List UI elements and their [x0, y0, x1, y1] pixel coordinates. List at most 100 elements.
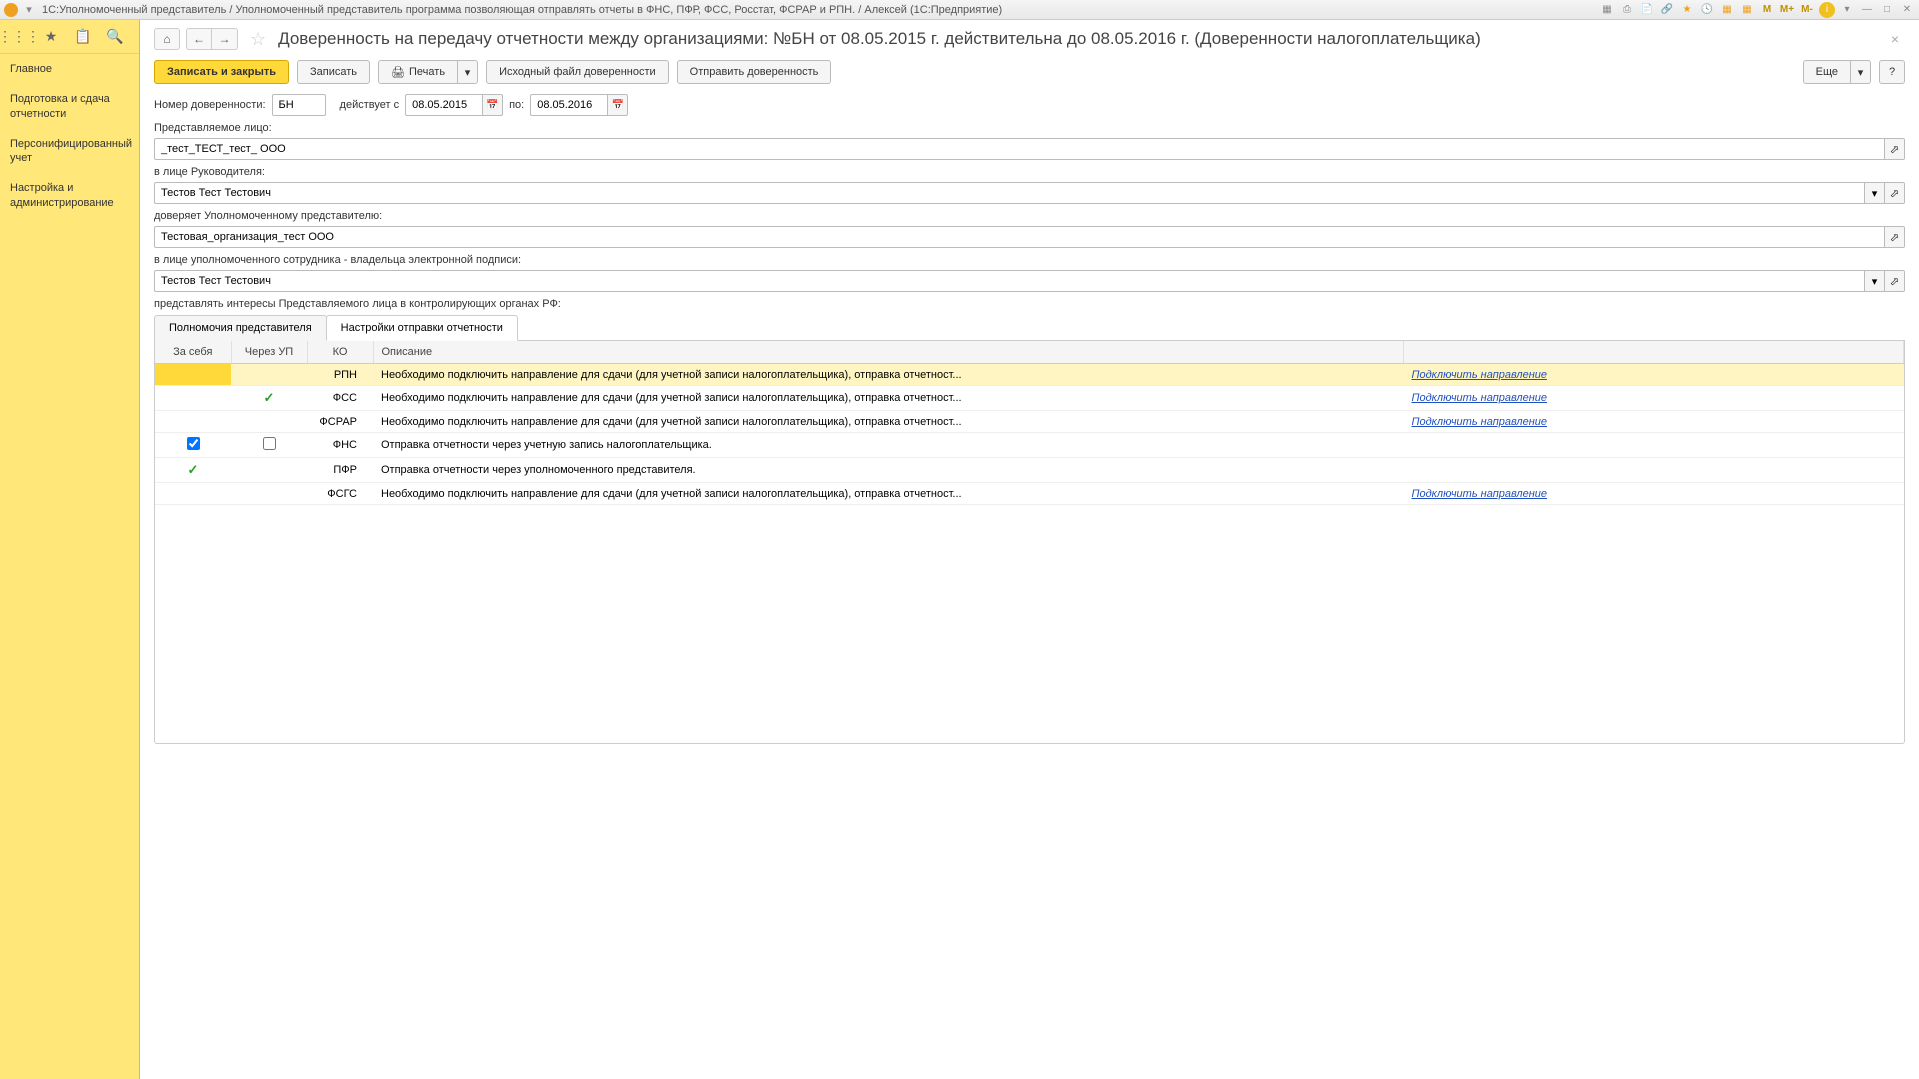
- printer-icon: 🖨: [391, 66, 405, 79]
- tool-icon[interactable]: 📄: [1639, 2, 1655, 18]
- checkbox[interactable]: [263, 437, 276, 450]
- settings-table-wrap: За себя Через УП КО Описание РПННеобходи…: [154, 341, 1905, 744]
- cell-mark[interactable]: ✓: [155, 458, 231, 483]
- cell-action: Подключить направление: [1404, 483, 1904, 505]
- cell-ko: ФСС: [307, 386, 373, 411]
- dropdown-icon[interactable]: ▾: [1865, 182, 1885, 204]
- print-button[interactable]: 🖨 Печать: [378, 60, 458, 84]
- sidebar-item-main[interactable]: Главное: [0, 54, 139, 84]
- sidebar-item-admin[interactable]: Настройка и администрирование: [0, 173, 139, 218]
- form-area: Номер доверенности: действует с 📅 по: 📅 …: [140, 90, 1919, 748]
- tool-calc-icon[interactable]: ▦: [1719, 2, 1735, 18]
- help-button[interactable]: ?: [1879, 60, 1905, 84]
- open-link-icon[interactable]: ⬀: [1885, 182, 1905, 204]
- more-button[interactable]: Еще: [1803, 60, 1851, 84]
- check-icon: ✓: [264, 390, 275, 405]
- app-menu-dropdown-icon[interactable]: ▾: [22, 3, 36, 17]
- cell-mark[interactable]: [231, 411, 307, 433]
- date-to-input[interactable]: [530, 94, 608, 116]
- sidebar-item-personified[interactable]: Персонифицированный учет: [0, 129, 139, 174]
- apps-grid-icon[interactable]: ⋮⋮⋮: [10, 28, 28, 46]
- cell-ko: ПФР: [307, 458, 373, 483]
- cell-mark[interactable]: [231, 458, 307, 483]
- cell-mark[interactable]: [231, 483, 307, 505]
- valid-from-label: действует с: [340, 99, 400, 111]
- cell-mark[interactable]: ✓: [231, 386, 307, 411]
- send-button[interactable]: Отправить доверенность: [677, 60, 832, 84]
- info-icon[interactable]: i: [1819, 2, 1835, 18]
- home-button[interactable]: ⌂: [154, 28, 180, 50]
- cell-mark[interactable]: [155, 483, 231, 505]
- connect-link[interactable]: Подключить направление: [1412, 369, 1547, 381]
- save-button[interactable]: Записать: [297, 60, 370, 84]
- sidebar-item-reporting[interactable]: Подготовка и сдача отчетности: [0, 84, 139, 129]
- minimize-icon[interactable]: —: [1859, 2, 1875, 18]
- table-row[interactable]: ФНСОтправка отчетности через учетную зап…: [155, 433, 1904, 458]
- save-and-close-button[interactable]: Записать и закрыть: [154, 60, 289, 84]
- table-row[interactable]: ✓ФССНеобходимо подключить направление дл…: [155, 386, 1904, 411]
- open-link-icon[interactable]: ⬀: [1885, 270, 1905, 292]
- memory-m-minus-icon[interactable]: M-: [1799, 2, 1815, 18]
- employee-input[interactable]: [154, 270, 1865, 292]
- delegates-label: доверяет Уполномоченному представителю:: [154, 210, 1905, 222]
- checkbox[interactable]: [187, 437, 200, 450]
- clipboard-icon[interactable]: 📋: [74, 28, 92, 46]
- close-tab-icon[interactable]: ×: [1885, 31, 1905, 47]
- cell-mark[interactable]: [155, 386, 231, 411]
- tool-icon[interactable]: 🔗: [1659, 2, 1675, 18]
- maximize-icon[interactable]: □: [1879, 2, 1895, 18]
- cell-action: Подключить направление: [1404, 411, 1904, 433]
- tool-icon[interactable]: 🕓: [1699, 2, 1715, 18]
- th-self[interactable]: За себя: [155, 341, 231, 364]
- memory-m-plus-icon[interactable]: M+: [1779, 2, 1795, 18]
- connect-link[interactable]: Подключить направление: [1412, 416, 1547, 428]
- open-link-icon[interactable]: ⬀: [1885, 138, 1905, 160]
- source-file-button[interactable]: Исходный файл доверенности: [486, 60, 669, 84]
- dropdown-icon[interactable]: ▾: [1865, 270, 1885, 292]
- table-row[interactable]: РПННеобходимо подключить направление для…: [155, 364, 1904, 386]
- cell-mark[interactable]: [231, 364, 307, 386]
- forward-button[interactable]: →: [212, 28, 238, 50]
- favorite-star-icon[interactable]: ★: [42, 28, 60, 46]
- represented-input[interactable]: [154, 138, 1885, 160]
- more-dropdown-button[interactable]: ▾: [1851, 60, 1871, 84]
- content-area: ⌂ ← → ☆ Доверенность на передачу отчетно…: [140, 20, 1919, 1079]
- tool-calc-icon[interactable]: ▦: [1739, 2, 1755, 18]
- nav-row: ⌂ ← → ☆ Доверенность на передачу отчетно…: [140, 20, 1919, 54]
- cell-mark[interactable]: [155, 364, 231, 386]
- table-row[interactable]: ФСГСНеобходимо подключить направление дл…: [155, 483, 1904, 505]
- search-icon[interactable]: 🔍: [106, 28, 124, 46]
- open-link-icon[interactable]: ⬀: [1885, 226, 1905, 248]
- th-via-up[interactable]: Через УП: [231, 341, 307, 364]
- date-from-input[interactable]: [405, 94, 483, 116]
- close-icon[interactable]: ✕: [1899, 2, 1915, 18]
- tab-send-settings[interactable]: Настройки отправки отчетности: [326, 315, 518, 341]
- cell-mark[interactable]: [231, 433, 307, 458]
- tool-favorite-icon[interactable]: ★: [1679, 2, 1695, 18]
- tab-powers[interactable]: Полномочия представителя: [154, 315, 327, 341]
- cell-action: [1404, 433, 1904, 458]
- date-from-picker-icon[interactable]: 📅: [483, 94, 503, 116]
- favorite-star-icon[interactable]: ☆: [250, 29, 266, 50]
- sidebar: ⋮⋮⋮ ★ 📋 🔍 Главное Подготовка и сдача отч…: [0, 20, 140, 1079]
- connect-link[interactable]: Подключить направление: [1412, 488, 1547, 500]
- dropdown-icon[interactable]: ▾: [1839, 2, 1855, 18]
- delegates-input[interactable]: [154, 226, 1885, 248]
- cell-mark[interactable]: [155, 433, 231, 458]
- number-input[interactable]: [272, 94, 326, 116]
- print-label: Печать: [409, 66, 445, 78]
- represented-label: Представляемое лицо:: [154, 122, 1905, 134]
- tool-icon[interactable]: ▦: [1599, 2, 1615, 18]
- th-ko[interactable]: КО: [307, 341, 373, 364]
- tool-icon[interactable]: ⎙: [1619, 2, 1635, 18]
- director-input[interactable]: [154, 182, 1865, 204]
- back-button[interactable]: ←: [186, 28, 212, 50]
- date-to-picker-icon[interactable]: 📅: [608, 94, 628, 116]
- connect-link[interactable]: Подключить направление: [1412, 392, 1547, 404]
- cell-mark[interactable]: [155, 411, 231, 433]
- print-dropdown-button[interactable]: ▾: [458, 60, 478, 84]
- table-row[interactable]: ✓ПФРОтправка отчетности через уполномоче…: [155, 458, 1904, 483]
- th-desc[interactable]: Описание: [373, 341, 1404, 364]
- table-row[interactable]: ФСРАРНеобходимо подключить направление д…: [155, 411, 1904, 433]
- memory-m-icon[interactable]: M: [1759, 2, 1775, 18]
